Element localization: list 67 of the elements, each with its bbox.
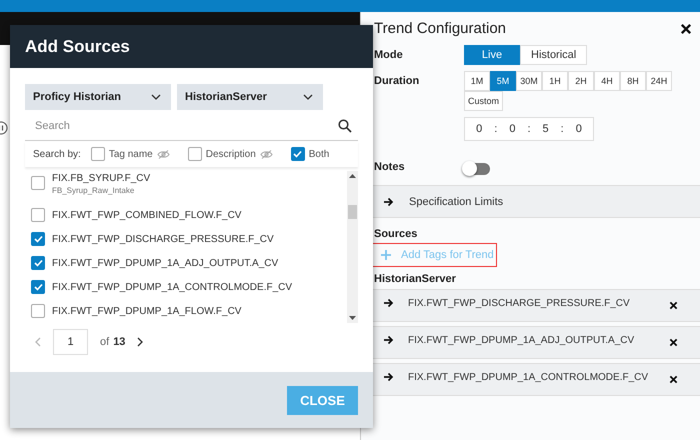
field-label: Notes — [374, 160, 406, 173]
checkbox[interactable] — [31, 208, 45, 222]
tag-name: FIX.FWT_FWP_DPUMP_1A_ADJ_OUTPUT.A_CV — [52, 258, 278, 268]
dialog-title: Add Sources — [25, 36, 130, 56]
remove-icon[interactable] — [669, 301, 678, 310]
checkbox-label: Both — [308, 148, 330, 160]
duration-button[interactable]: 1M — [464, 71, 490, 91]
checkbox[interactable] — [31, 176, 45, 190]
page-of-label: of — [100, 336, 110, 348]
notes-toggle-switch[interactable] — [464, 163, 490, 175]
tag-name: FIX.FWT_FWP_DISCHARGE_PRESSURE.F_CV — [52, 234, 274, 244]
checkbox-label: Description — [206, 148, 256, 160]
chevron-down-icon — [151, 94, 161, 100]
remove-icon[interactable] — [669, 375, 678, 384]
duration-button[interactable]: 5M — [490, 71, 516, 91]
checkbox[interactable] — [290, 147, 305, 161]
duration-button[interactable]: 30M — [516, 71, 542, 91]
remove-icon[interactable] — [669, 338, 678, 347]
duration-button[interactable]: Custom — [464, 91, 504, 111]
checkbox[interactable] — [188, 147, 202, 161]
checkbox[interactable] — [31, 256, 45, 270]
panel-title: Trend Configuration — [374, 20, 506, 37]
checkmark-icon — [34, 259, 42, 267]
checkbox[interactable] — [31, 304, 45, 318]
search-field[interactable]: Search — [33, 119, 338, 133]
checkmark-icon — [34, 283, 42, 291]
checkmark-icon — [293, 150, 302, 158]
page-total: 13 — [113, 336, 126, 348]
section-label: Sources — [374, 228, 418, 240]
checkbox[interactable] — [90, 147, 105, 161]
checkbox[interactable] — [31, 280, 45, 294]
checkbox-label: Tag name — [108, 148, 153, 160]
server-label: HistorianServer — [374, 273, 457, 285]
arrow-right-icon — [383, 335, 394, 345]
checkmark-icon — [34, 235, 42, 243]
field-label: Mode — [374, 48, 404, 61]
scrollbar-thumb[interactable] — [348, 205, 357, 219]
close-icon[interactable] — [680, 22, 692, 34]
arrow-right-icon — [383, 298, 394, 308]
tag-name: FIX.FWT_FWP_DPUMP_1A_CONTROLMODE.F_CV — [52, 282, 292, 292]
field-label: Duration — [374, 74, 420, 87]
source-dropdown[interactable]: Proficy Historian — [25, 84, 171, 110]
scroll-down-icon[interactable] — [349, 316, 356, 320]
duration-time-field[interactable]: 0 : 0 : 5 : 0 — [464, 117, 594, 141]
tag-name: FIX.FB_SYRUP.F_CV — [52, 173, 150, 184]
next-page-icon[interactable] — [137, 337, 144, 347]
duration-button[interactable]: 4H — [594, 71, 620, 91]
search-icon[interactable] — [338, 119, 352, 133]
mode-toggle-button[interactable]: Historical — [520, 45, 588, 65]
scrollbar[interactable] — [347, 171, 358, 323]
tag-name: FIX.FWT_FWP_COMBINED_FLOW.F_CV — [52, 210, 242, 220]
duration-button[interactable]: 2H — [568, 71, 594, 91]
scroll-up-icon[interactable] — [349, 174, 356, 178]
page-field[interactable]: 1 — [53, 329, 88, 355]
arrow-right-icon — [383, 372, 394, 382]
tag-description: FB_Syrup_Raw_Intake — [52, 186, 136, 195]
checkbox[interactable] — [31, 232, 45, 246]
duration-button[interactable]: 24H — [646, 71, 672, 91]
source-dropdown[interactable]: HistorianServer — [177, 84, 323, 110]
plus-icon — [381, 250, 391, 260]
tag-name: FIX.FWT_FWP_DPUMP_1A_FLOW.F_CV — [52, 306, 242, 316]
search-by-label: Search by: — [33, 148, 81, 160]
mode-toggle-button[interactable]: Live — [464, 45, 520, 65]
chevron-down-icon — [303, 94, 313, 100]
duration-button[interactable]: 8H — [620, 71, 646, 91]
arrow-right-icon — [383, 196, 394, 206]
duration-button[interactable]: 1H — [542, 71, 568, 91]
